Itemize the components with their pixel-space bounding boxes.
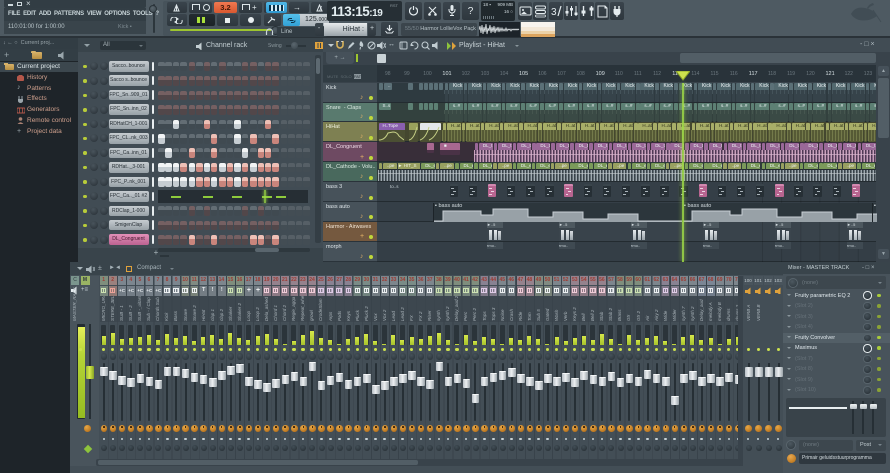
svg-text:3: 3 [551, 7, 557, 18]
